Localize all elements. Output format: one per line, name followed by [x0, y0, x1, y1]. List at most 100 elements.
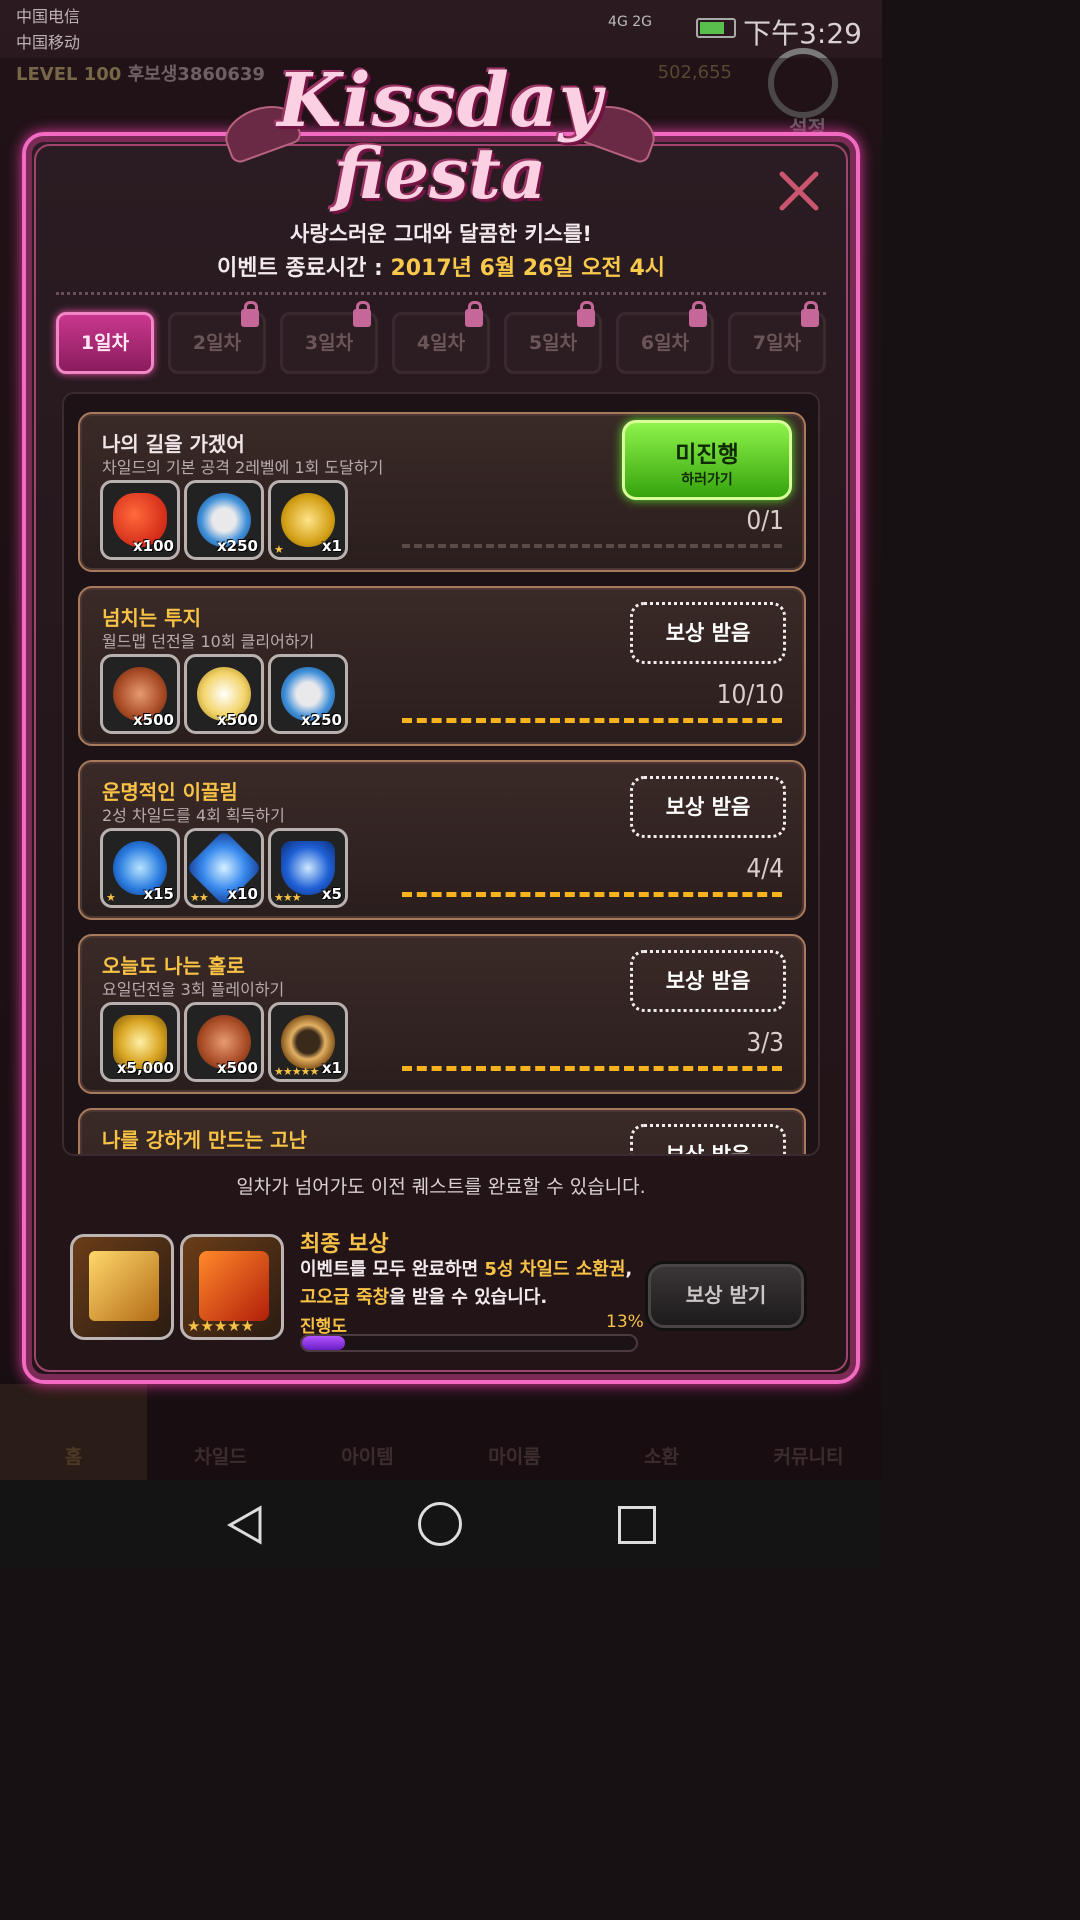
- quest-card: 운명적인 이끌림 2성 차일드를 4회 획득하기 x15 ★ x10 ★★ x5 ★★★ 4/4…: [78, 760, 806, 920]
- reward-qty: x1: [321, 537, 342, 555]
- home-circle-icon[interactable]: [418, 1502, 462, 1546]
- quest-title: 넘치는 투지: [102, 606, 201, 630]
- quest-desc: 차일드의 기본 공격 2레벨에 1회 도달하기: [102, 458, 384, 477]
- lock-icon: [241, 301, 259, 327]
- reward-item[interactable]: x5 ★★★: [268, 828, 348, 908]
- final-reward-item[interactable]: ★★★★★: [180, 1234, 284, 1340]
- bamboo-spear-icon: [199, 1251, 269, 1321]
- progress-fill: [302, 1336, 346, 1350]
- claimed-button[interactable]: 보상 받음: [630, 776, 786, 838]
- claimed-button[interactable]: 보상 받음: [630, 950, 786, 1012]
- final-text-1: 이벤트를 모두 완료하면: [300, 1259, 485, 1280]
- tab-label: 5일차: [528, 332, 578, 354]
- reward-qty: x5: [321, 885, 342, 903]
- quest-title: 나의 길을 가겠어: [102, 432, 245, 456]
- lock-icon: [353, 301, 371, 327]
- final-text-highlight-1: 5성 차일드 소환권: [484, 1259, 626, 1280]
- reward-item[interactable]: x15 ★: [100, 828, 180, 908]
- reward-item[interactable]: x250: [268, 654, 348, 734]
- event-period: 이벤트 종료시간 : 2017년 6월 26일 오전 4시: [0, 250, 882, 282]
- tab-label: 1일차: [80, 332, 130, 354]
- quest-title: 오늘도 나는 홀로: [102, 954, 245, 978]
- reward-item[interactable]: x500: [100, 654, 180, 734]
- back-button[interactable]: [222, 1502, 268, 1548]
- reward-item[interactable]: x500: [184, 654, 264, 734]
- reward-qty: x500: [217, 711, 258, 729]
- star-rating: ★★★★★: [187, 1317, 255, 1335]
- lock-icon: [465, 301, 483, 327]
- lock-icon: [577, 301, 595, 327]
- progress-percent: 13%: [606, 1312, 644, 1332]
- reward-item[interactable]: x100: [100, 480, 180, 560]
- period-value: 2017년 6월 26일 오전 4시: [390, 256, 665, 281]
- claim-final-reward-button[interactable]: 보상 받기: [648, 1264, 804, 1328]
- reward-item[interactable]: x500: [184, 1002, 264, 1082]
- reward-qty: x250: [217, 537, 258, 555]
- claimed-button[interactable]: 보상 받음: [630, 602, 786, 664]
- quest-progress-text: 4/4: [746, 854, 784, 884]
- quest-progress-bar: [402, 892, 782, 897]
- divider: [56, 292, 826, 295]
- close-button[interactable]: [776, 168, 822, 214]
- quest-progress-text: 3/3: [746, 1028, 784, 1058]
- carrier-2: 中国移动: [16, 33, 81, 52]
- tab-day-4[interactable]: 4일차: [392, 301, 490, 374]
- final-text-2: ,: [625, 1259, 633, 1280]
- system-nav-bar: [0, 1480, 882, 1568]
- final-reward-item[interactable]: [70, 1234, 174, 1340]
- reward-item[interactable]: x250: [184, 480, 264, 560]
- star-rating: ★: [274, 543, 284, 556]
- game-screen: 中国电信 中国移动 4G 2G 下午3:29 LEVEL 100 후보생3860…: [0, 0, 882, 1568]
- tab-day-5[interactable]: 5일차: [504, 301, 602, 374]
- reward-qty: x500: [217, 1059, 258, 1077]
- tab-label: 6일차: [640, 332, 690, 354]
- reward-qty: x10: [227, 885, 258, 903]
- star-rating: ★★★★★: [274, 1065, 319, 1078]
- go-quest-button[interactable]: 미진행 하러가기: [622, 420, 792, 500]
- reward-qty: x250: [301, 711, 342, 729]
- carrier-1: 中国电信: [16, 7, 81, 26]
- reward-qty: x100: [133, 537, 174, 555]
- quest-title: 나를 강하게 만드는 고난: [102, 1128, 307, 1152]
- battery-icon: [696, 18, 736, 38]
- info-note: 일차가 넘어가도 이전 퀘스트를 완료할 수 있습니다.: [236, 1176, 646, 1198]
- quest-card: 오늘도 나는 홀로요일던전을 3회 플레이하기 x5,000 x500 x1 ★★★★★…: [78, 934, 806, 1094]
- claimed-button[interactable]: 보상 받음: [630, 1124, 786, 1154]
- day-tabs: 1일차 2일차 3일차 4일차 5일차 6일차 7일차: [56, 301, 828, 376]
- star-rating: ★: [106, 891, 116, 904]
- tab-day-2[interactable]: 2일차: [168, 301, 266, 374]
- quest-desc: 요일던전을 3회 플레이하기: [102, 980, 285, 999]
- final-text-highlight-2: 고오급 죽창: [300, 1287, 390, 1308]
- event-logo: Kissday fiesta: [218, 20, 662, 216]
- summon-ticket-icon: [89, 1251, 159, 1321]
- back-triangle-icon: [226, 1505, 262, 1545]
- lock-icon: [689, 301, 707, 327]
- go-button-main-label: 미진행: [675, 442, 739, 468]
- reward-item[interactable]: x1 ★★★★★: [268, 1002, 348, 1082]
- quest-desc: 2성 차일드를 4회 획득하기: [102, 806, 285, 825]
- quest-progress-text: 0/1: [746, 506, 784, 536]
- event-subtitle: 사랑스러운 그대와 달콤한 키스를!: [290, 222, 592, 246]
- quest-progress-bar: [402, 718, 782, 723]
- tab-day-7[interactable]: 7일차: [728, 301, 826, 374]
- logo-line-2: fiesta: [333, 132, 547, 215]
- reward-item[interactable]: x1 ★: [268, 480, 348, 560]
- tab-label: 2일차: [192, 332, 242, 354]
- reward-item[interactable]: x5,000: [100, 1002, 180, 1082]
- tab-label: 4일차: [416, 332, 466, 354]
- tab-label: 7일차: [752, 332, 802, 354]
- quest-progress-bar: [402, 544, 782, 548]
- final-reward-desc: 이벤트를 모두 완료하면 5성 차일드 소환권, 고오급 죽창을 받을 수 있습…: [300, 1256, 640, 1312]
- quest-desc: 월드맵 던전을 10회 클리어하기: [102, 632, 315, 651]
- tab-label: 3일차: [304, 332, 354, 354]
- star-rating: ★★★: [274, 891, 302, 904]
- reward-qty: x500: [133, 711, 174, 729]
- tab-day-1[interactable]: 1일차: [56, 312, 154, 374]
- quest-list[interactable]: 나의 길을 가겠어차일드의 기본 공격 2레벨에 1회 도달하기 x100 x250…: [62, 392, 820, 1156]
- tab-day-3[interactable]: 3일차: [280, 301, 378, 374]
- final-reward-title: 최종 보상: [300, 1232, 389, 1257]
- tab-day-6[interactable]: 6일차: [616, 301, 714, 374]
- reward-item[interactable]: x10 ★★: [184, 828, 264, 908]
- recents-square-icon[interactable]: [618, 1506, 656, 1544]
- clock: 下午3:29: [743, 17, 862, 50]
